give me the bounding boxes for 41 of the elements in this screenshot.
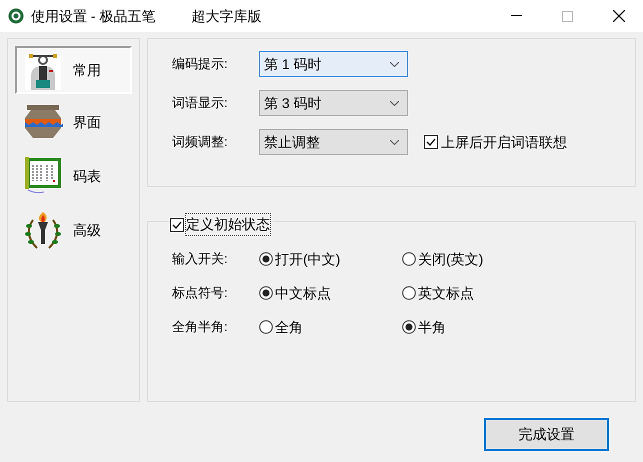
dropdown[interactable]: 禁止调整 <box>259 129 408 155</box>
radio-button[interactable] <box>259 320 273 334</box>
radio-label: 英文标点 <box>418 284 474 302</box>
chevron-down-icon <box>390 100 399 106</box>
sidebar-item[interactable]: 码表 <box>15 150 132 202</box>
checkbox-label: 上屏后开启词语联想 <box>441 132 567 152</box>
sidebar-item[interactable]: 高级 <box>15 204 132 256</box>
field-label: 标点符号: <box>172 284 229 302</box>
chevron-down-icon <box>390 62 399 66</box>
radio-button[interactable] <box>402 286 416 300</box>
field-label: 输入开关: <box>172 250 229 268</box>
window-title: 使用设置 - 极品五笔 <box>31 6 156 26</box>
minimize-icon[interactable] <box>511 15 522 17</box>
checkbox[interactable] <box>424 135 438 149</box>
checkbox[interactable] <box>170 218 184 232</box>
radio-button[interactable] <box>259 286 273 300</box>
scroll-icon <box>23 156 63 196</box>
field-label: 词语显示: <box>172 94 229 112</box>
radio-button[interactable] <box>402 320 416 334</box>
chevron-down-icon <box>390 140 399 144</box>
sidebar-item[interactable]: 常用 <box>15 46 132 94</box>
finish-button[interactable]: 完成设置 <box>484 418 609 451</box>
window-title: 超大字库版 <box>191 6 262 26</box>
radio-label: 半角 <box>418 318 446 336</box>
dropdown[interactable]: 第 3 码时 <box>259 90 408 116</box>
dropdown[interactable]: 第 1 码时 <box>259 51 408 77</box>
radio-button[interactable] <box>259 252 273 266</box>
radio-label: 打开(中文) <box>275 250 340 269</box>
radio-button[interactable] <box>402 252 416 266</box>
sidebar-item[interactable]: 界面 <box>15 96 132 148</box>
radio-label: 全角 <box>275 318 303 336</box>
field-label: 词频调整: <box>172 133 229 152</box>
close-icon[interactable] <box>613 10 625 22</box>
field-label: 编码提示: <box>172 55 229 74</box>
torch-laurel-icon <box>23 210 63 250</box>
radio-label: 中文标点 <box>275 284 331 302</box>
pot-icon <box>23 104 63 140</box>
checkbox-label: 定义初始状态 <box>185 213 271 236</box>
field-label: 全角半角: <box>172 318 229 336</box>
radio-label: 关闭(英文) <box>418 250 484 269</box>
app-icon <box>8 8 24 24</box>
